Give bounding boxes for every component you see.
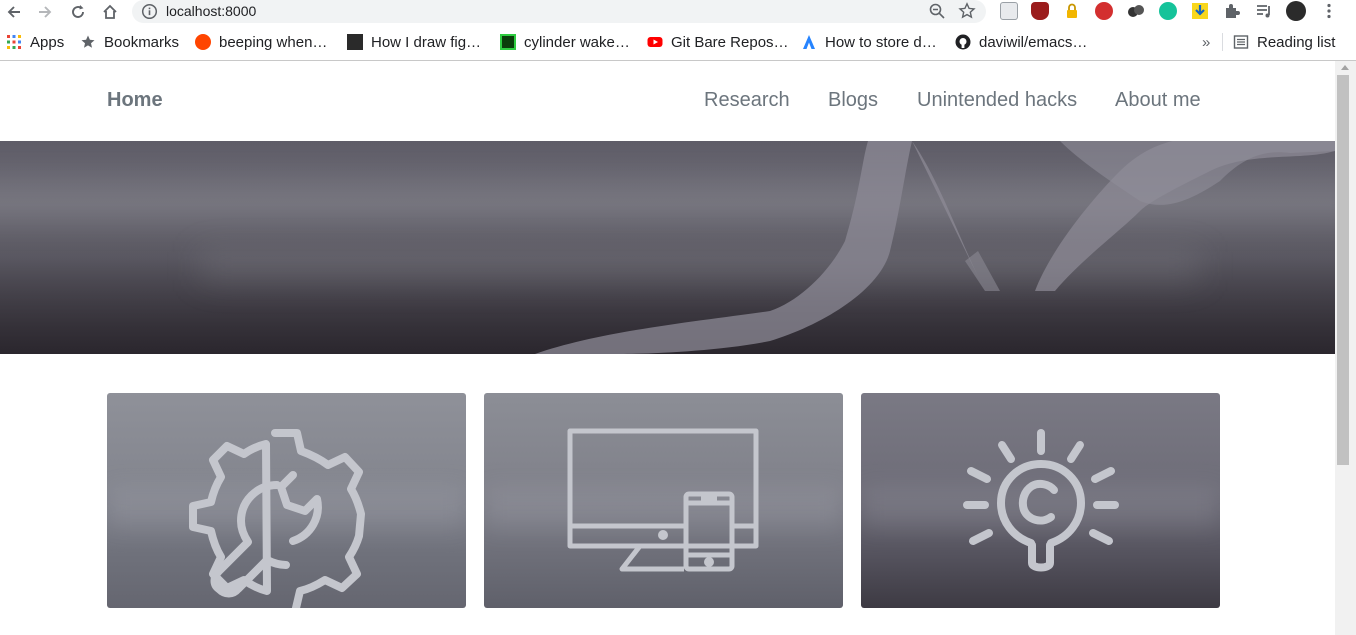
zoom-icon[interactable] [928, 2, 946, 20]
gear-wrench-icon [189, 429, 365, 608]
kebab-menu-icon[interactable] [1320, 2, 1338, 20]
bookmarks-divider [1222, 33, 1223, 51]
download-extension-icon[interactable] [1191, 2, 1209, 20]
github-icon [955, 34, 971, 50]
nav-blogs-link[interactable]: Blogs [828, 89, 878, 112]
signature-logo-watermark [535, 141, 1335, 354]
bookmark-label: Git Bare Repos… [671, 33, 789, 51]
bookmark-item[interactable]: How I draw fig… [347, 32, 481, 52]
reddit-icon [195, 34, 211, 50]
bookmark-item[interactable]: cylinder wake… [500, 32, 630, 52]
grammarly-icon[interactable] [1159, 2, 1177, 20]
browser-toolbar: localhost:8000 [0, 0, 1356, 24]
bookmark-item[interactable]: How to store d… [801, 32, 937, 52]
apps-grid-icon [6, 34, 22, 50]
hero-banner [0, 141, 1335, 354]
reading-list-label: Reading list [1257, 33, 1336, 51]
site-navbar: Home Research Blogs Unintended hacks Abo… [0, 61, 1335, 141]
bookmark-item[interactable]: beeping when… [195, 32, 327, 52]
reading-list-icon [1233, 34, 1249, 50]
scroll-thumb[interactable] [1337, 75, 1349, 465]
bookmark-label: cylinder wake… [524, 33, 630, 51]
home-link[interactable]: Home [107, 89, 163, 112]
opera-extension-icon[interactable] [1095, 2, 1113, 20]
unintended-hacks-card[interactable] [861, 393, 1220, 608]
home-icon[interactable] [100, 2, 120, 22]
reading-list-button[interactable]: Reading list [1233, 32, 1335, 52]
lock-extension-icon[interactable] [1063, 2, 1081, 20]
bowling-extension-icon[interactable] [1127, 2, 1145, 20]
bookmark-item[interactable]: Git Bare Repos… [647, 32, 789, 52]
youtube-icon [647, 34, 663, 50]
research-card[interactable] [107, 393, 466, 608]
swirl-icon [500, 34, 516, 50]
bookmark-folder[interactable]: Bookmarks [80, 32, 179, 52]
atlassian-icon [801, 34, 817, 50]
web-page: Home Research Blogs Unintended hacks Abo… [0, 61, 1335, 635]
document-extension-icon[interactable] [1000, 2, 1018, 20]
portrait-icon [347, 34, 363, 50]
address-bar[interactable]: localhost:8000 [132, 0, 986, 23]
bookmark-item[interactable]: daviwil/emacs… [955, 32, 1087, 52]
reload-icon[interactable] [68, 2, 88, 22]
back-arrow-icon[interactable] [4, 2, 24, 22]
profile-avatar[interactable] [1286, 1, 1306, 21]
forward-arrow-icon[interactable] [35, 2, 55, 22]
url-text[interactable]: localhost:8000 [166, 3, 256, 19]
bookmark-label: Bookmarks [104, 33, 180, 51]
extensions-puzzle-icon[interactable] [1223, 2, 1241, 20]
feature-cards [0, 393, 1335, 608]
media-queue-icon[interactable] [1255, 2, 1273, 20]
star-icon [80, 34, 96, 50]
page-scrollbar[interactable] [1335, 61, 1356, 635]
bookmark-label: daviwil/emacs… [979, 33, 1088, 51]
devices-icon [567, 428, 759, 572]
bookmark-label: beeping when… [219, 33, 328, 51]
lightbulb-copyright-icon [963, 429, 1119, 572]
scroll-up-arrow-icon[interactable] [1341, 65, 1349, 70]
nav-about-me-link[interactable]: About me [1115, 89, 1201, 112]
bookmarks-bar: Apps Bookmarks beeping when… How I draw … [0, 27, 1356, 57]
bookmark-label: How I draw fig… [371, 33, 482, 51]
bookmark-label: Apps [30, 33, 65, 51]
nav-research-link[interactable]: Research [704, 89, 790, 112]
bookmark-label: How to store d… [825, 33, 937, 51]
ublock-icon[interactable] [1031, 2, 1049, 20]
nav-unintended-hacks-link[interactable]: Unintended hacks [917, 89, 1077, 112]
bookmark-apps[interactable]: Apps [6, 32, 64, 52]
bookmarks-overflow-chevron[interactable]: » [1202, 32, 1210, 52]
site-info-icon[interactable] [141, 3, 158, 20]
bookmark-star-icon[interactable] [958, 2, 976, 20]
blogs-card[interactable] [484, 393, 843, 608]
